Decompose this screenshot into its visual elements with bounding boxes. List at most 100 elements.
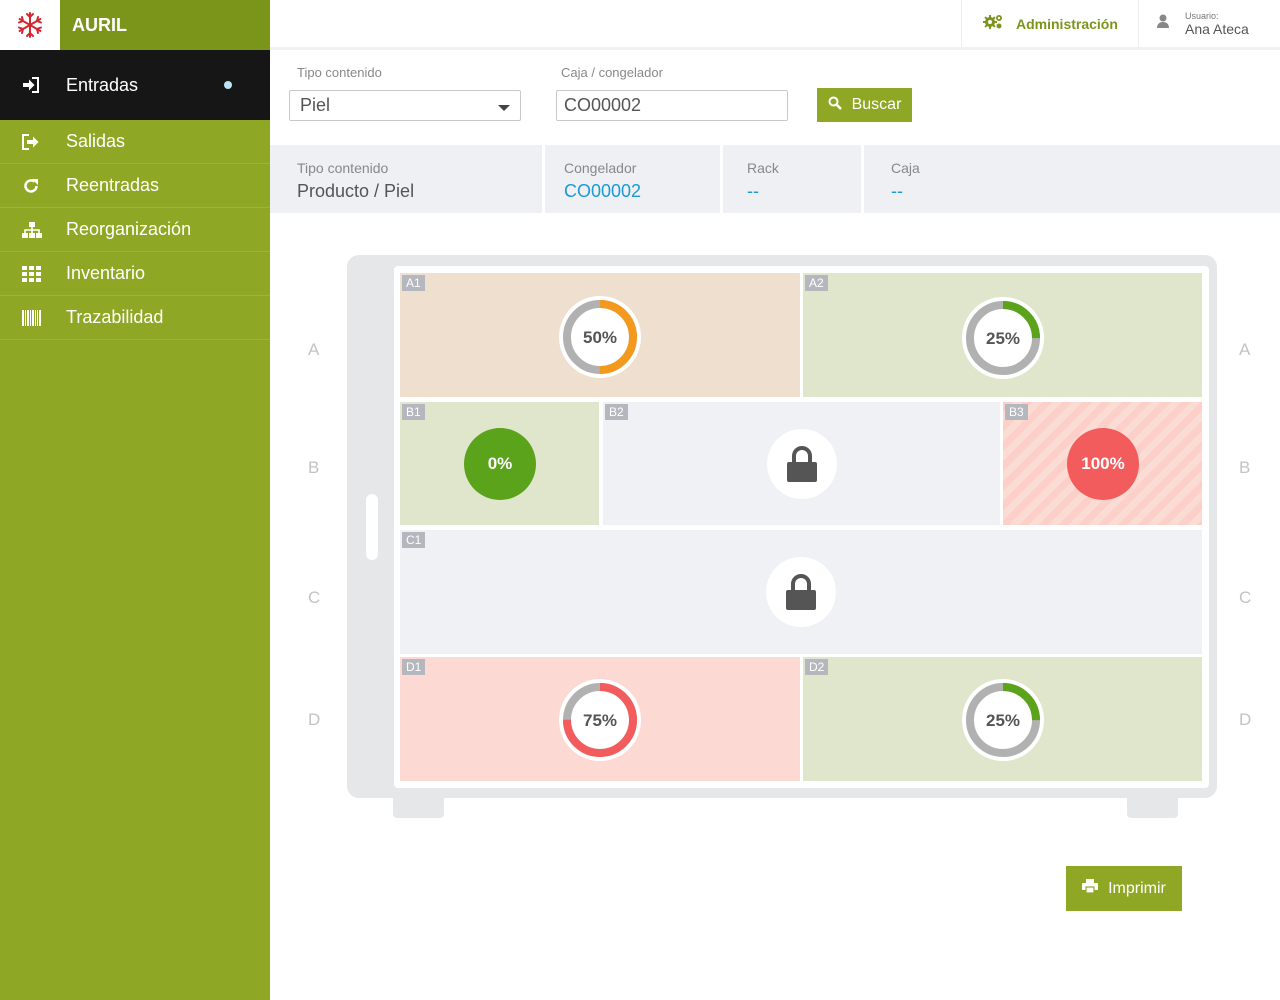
row-label-c: C	[1239, 588, 1252, 607]
freezer-foot	[393, 796, 444, 818]
cell-id: D2	[805, 659, 829, 675]
sidebar: AURIL Entradas Salidas Reentradas Reorga…	[0, 0, 270, 1000]
info-box-value[interactable]: --	[891, 180, 920, 202]
lock-icon	[767, 429, 837, 499]
sidebar-item-label: Salidas	[66, 131, 126, 151]
sidebar-item-trazabilidad[interactable]: Trazabilidad	[0, 296, 270, 340]
fill-percent: 25%	[986, 711, 1020, 730]
info-rack-value[interactable]: --	[747, 180, 779, 202]
gears-icon	[982, 13, 1004, 34]
row-label-d: D	[308, 710, 321, 729]
row-label-b: B	[1239, 458, 1251, 477]
user-menu[interactable]: Usuario: Ana Ateca	[1138, 0, 1280, 47]
cell-id: B3	[1005, 404, 1028, 420]
freezer-handle	[366, 494, 378, 560]
sidebar-item-reentradas[interactable]: Reentradas	[0, 164, 270, 208]
rack-cell-d2[interactable]: D2 25%	[803, 657, 1202, 781]
box-input[interactable]	[556, 90, 788, 121]
rack-cell-a2[interactable]: A2 25%	[803, 273, 1202, 397]
user-info: Usuario: Ana Ateca	[1185, 11, 1249, 37]
info-content-value: Producto / Piel	[297, 181, 415, 201]
search-button[interactable]: Buscar	[817, 88, 912, 122]
sign-in-icon	[0, 77, 66, 93]
admin-link[interactable]: Administración	[961, 0, 1138, 47]
fill-donut-d2: 25%	[962, 679, 1044, 761]
divider	[861, 145, 864, 213]
sidebar-item-label: Inventario	[66, 263, 146, 283]
app-name[interactable]: AURIL	[60, 0, 270, 50]
freezer-foot	[1127, 796, 1178, 818]
sidebar-item-salidas[interactable]: Salidas	[0, 120, 270, 164]
content-type-value: Piel	[300, 95, 331, 115]
row-label-d: D	[1239, 710, 1252, 729]
sitemap-icon	[0, 221, 66, 239]
row-label-b: B	[308, 458, 320, 477]
rack-cell-c1[interactable]: C1	[400, 530, 1202, 654]
info-freezer-label: Congelador	[564, 160, 637, 176]
fill-donut-a2: 25%	[962, 297, 1044, 379]
sidebar-item-label: Trazabilidad	[66, 307, 164, 327]
row-label-c: C	[308, 588, 321, 607]
fill-badge-b1: 0%	[464, 428, 536, 500]
cell-id: B2	[605, 404, 628, 420]
cell-id: D1	[402, 659, 426, 675]
rack-cell-b2[interactable]: B2	[603, 402, 1000, 525]
user-icon	[1157, 14, 1169, 33]
info-rack-label: Rack	[747, 160, 779, 176]
info-rack: Rack --	[747, 145, 779, 213]
info-freezer: Congelador CO00002	[564, 145, 641, 213]
chevron-down-icon	[498, 105, 510, 111]
barcode-icon	[0, 309, 66, 326]
cell-id: B1	[402, 404, 425, 420]
search-icon	[828, 96, 842, 115]
info-box-label: Caja	[891, 160, 920, 176]
fill-percent: 50%	[583, 328, 617, 347]
sign-out-icon	[0, 133, 66, 150]
sidebar-item-inventario[interactable]: Inventario	[0, 252, 270, 296]
fill-percent: 25%	[986, 329, 1020, 348]
sidebar-item-entradas[interactable]: Entradas	[0, 50, 270, 120]
search-button-label: Buscar	[851, 96, 902, 113]
search-filters: Tipo contenido Piel Caja / congelador Bu…	[270, 50, 1280, 145]
info-content: Tipo contenido Producto / Piel	[297, 145, 414, 213]
top-bar: Administración Usuario: Ana Ateca	[270, 0, 1280, 50]
content-type-select[interactable]: Piel	[289, 90, 521, 121]
sidebar-item-label: Reentradas	[66, 175, 160, 195]
sidebar-item-label: Entradas	[66, 74, 139, 95]
rack-cell-b3[interactable]: B3 100%	[1003, 402, 1202, 525]
cell-id: C1	[402, 532, 426, 548]
cell-id: A1	[402, 275, 425, 291]
admin-label: Administración	[1016, 15, 1118, 32]
user-name: Ana Ateca	[1185, 20, 1249, 37]
snowflake-icon[interactable]	[0, 0, 60, 50]
fill-donut-a1: 50%	[559, 296, 641, 378]
sidebar-nav: Entradas Salidas Reentradas Reorganizaci…	[0, 50, 270, 340]
row-label-a: A	[308, 340, 320, 359]
cell-id: A2	[805, 275, 828, 291]
info-freezer-link[interactable]: CO00002	[564, 180, 641, 202]
divider	[542, 145, 545, 213]
row-label-a: A	[1239, 340, 1251, 359]
rack-cell-d1[interactable]: D1 75%	[400, 657, 800, 781]
fill-donut-d1: 75%	[559, 679, 641, 761]
content-type-label: Tipo contenido	[297, 65, 382, 80]
divider	[720, 145, 723, 213]
lock-icon	[766, 557, 836, 627]
info-box: Caja --	[891, 145, 920, 213]
refresh-icon	[0, 177, 66, 195]
rack-cell-a1[interactable]: A1 50%	[400, 273, 800, 397]
fill-percent: 75%	[583, 711, 617, 730]
sidebar-item-label: Reorganización	[66, 219, 192, 239]
fill-badge-b3: 100%	[1067, 428, 1139, 500]
print-icon	[1082, 879, 1099, 898]
rack-cell-b1[interactable]: B1 0%	[400, 402, 599, 525]
user-caption: Usuario:	[1185, 10, 1219, 21]
sidebar-item-reorganizacion[interactable]: Reorganización	[0, 208, 270, 252]
brand: AURIL	[0, 0, 270, 50]
box-label: Caja / congelador	[561, 65, 663, 80]
grid-icon	[0, 265, 66, 282]
active-indicator	[224, 81, 232, 89]
print-button[interactable]: Imprimir	[1066, 866, 1182, 911]
info-bar: Tipo contenido Producto / Piel Congelado…	[270, 145, 1280, 213]
print-button-label: Imprimir	[1108, 879, 1166, 897]
